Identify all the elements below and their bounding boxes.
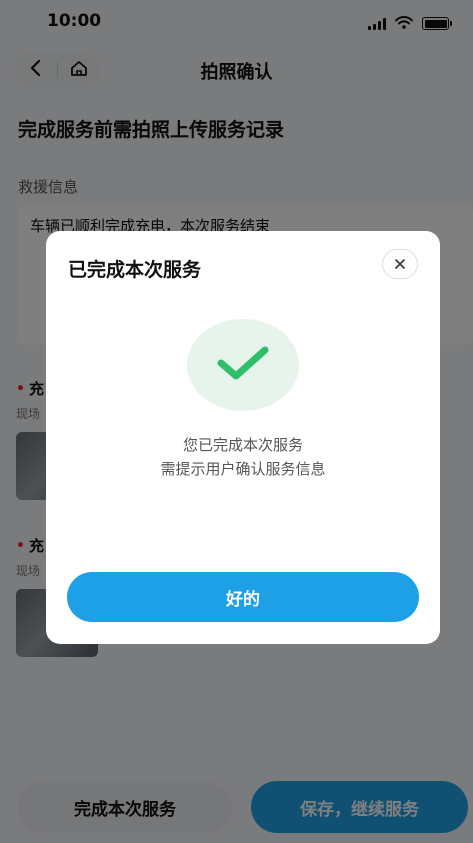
ok-button[interactable]: 好的 [67, 572, 419, 622]
checkmark-icon [215, 343, 271, 387]
success-badge [187, 319, 299, 411]
dialog-message-line1: 您已完成本次服务 [182, 436, 303, 454]
dialog-title: 已完成本次服务 [68, 259, 202, 281]
close-button[interactable] [382, 249, 418, 279]
close-icon [394, 255, 406, 274]
service-complete-dialog: 已完成本次服务 您已完成本次服务 需提示用户确认服务信息 好的 [46, 231, 440, 644]
dialog-message-line2: 需提示用户确认服务信息 [160, 460, 326, 478]
